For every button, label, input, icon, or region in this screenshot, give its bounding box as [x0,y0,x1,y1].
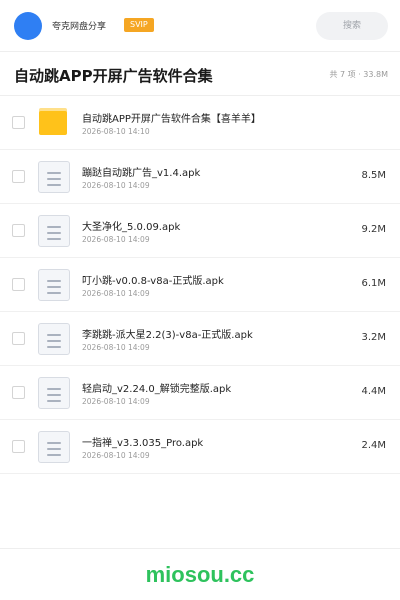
row-checkbox[interactable] [12,440,25,453]
file-date: 2026-08-10 14:10 [82,127,150,136]
row-checkbox[interactable] [12,116,25,129]
file-size: 8.5M [361,170,386,181]
file-row[interactable]: 大圣净化_5.0.09.apk 2026-08-10 14:09 9.2M [0,204,400,258]
document-icon [37,214,71,248]
file-row[interactable]: 轻启动_v2.24.0_解锁完整版.apk 2026-08-10 14:09 4.4… [0,366,400,420]
file-date: 2026-08-10 14:09 [82,343,150,352]
file-row[interactable]: 一指禅_v3.3.035_Pro.apk 2026-08-10 14:09 2.4M [0,420,400,474]
file-name[interactable]: 轻启动_v2.24.0_解锁完整版.apk [82,380,231,395]
file-date: 2026-08-10 14:09 [82,181,150,190]
file-date: 2026-08-10 14:09 [82,235,150,244]
file-name[interactable]: 蹦跶自动跳广告_v1.4.apk [82,164,200,179]
file-name[interactable]: 叮小跳-v0.0.8-v8a-正式版.apk [82,272,224,287]
row-checkbox[interactable] [12,224,25,237]
avatar[interactable] [14,12,42,40]
row-checkbox[interactable] [12,332,25,345]
watermark: miosou.cc [145,562,255,587]
footer-divider [0,548,400,549]
file-name[interactable]: 李跳跳-派大星2.2(3)-v8a-正式版.apk [82,326,253,341]
document-icon [37,376,71,410]
file-size: 2.4M [361,440,386,451]
document-icon [37,322,71,356]
file-row[interactable]: 蹦跶自动跳广告_v1.4.apk 2026-08-10 14:09 8.5M [0,150,400,204]
row-checkbox[interactable] [12,386,25,399]
item-summary: 共 7 项 · 33.8M [329,70,388,79]
document-icon [37,160,71,194]
file-name[interactable]: 大圣净化_5.0.09.apk [82,218,180,233]
file-row[interactable]: 叮小跳-v0.0.8-v8a-正式版.apk 2026-08-10 14:09 6.… [0,258,400,312]
file-size: 9.2M [361,224,386,235]
file-size: 3.2M [361,332,386,343]
svip-badge: SVIP [124,18,154,32]
file-list: 自动跳APP开屏广告软件合集【喜羊羊】 2026-08-10 14:10 蹦跶自动跳… [0,96,400,474]
row-checkbox[interactable] [12,278,25,291]
username[interactable]: 夸克网盘分享 [52,19,106,32]
file-size: 4.4M [361,386,386,397]
file-date: 2026-08-10 14:09 [82,397,150,406]
top-bar: 夸克网盘分享 SVIP 搜索 [0,0,400,52]
document-icon [37,430,71,464]
file-row[interactable]: 自动跳APP开屏广告软件合集【喜羊羊】 2026-08-10 14:10 [0,96,400,150]
page-title: 自动跳APP开屏广告软件合集 [14,67,213,85]
file-name[interactable]: 自动跳APP开屏广告软件合集【喜羊羊】 [82,110,261,125]
file-size: 6.1M [361,278,386,289]
row-checkbox[interactable] [12,170,25,183]
folder-icon [37,106,71,140]
search-input[interactable]: 搜索 [316,12,388,40]
title-bar: 自动跳APP开屏广告软件合集 共 7 项 · 33.8M [0,52,400,96]
file-row[interactable]: 李跳跳-派大星2.2(3)-v8a-正式版.apk 2026-08-10 14:0… [0,312,400,366]
file-date: 2026-08-10 14:09 [82,289,150,298]
document-icon [37,268,71,302]
file-name[interactable]: 一指禅_v3.3.035_Pro.apk [82,434,203,449]
file-date: 2026-08-10 14:09 [82,451,150,460]
